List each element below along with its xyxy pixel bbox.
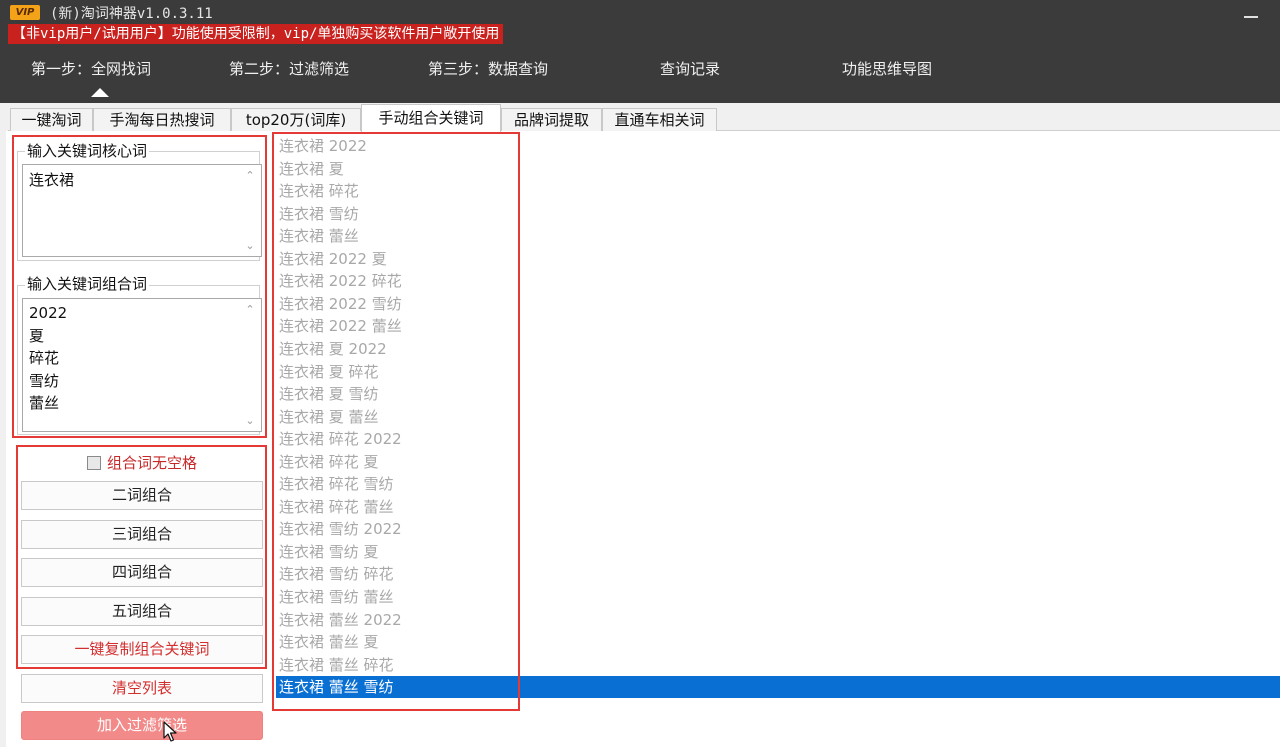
result-item[interactable]: 连衣裙 夏 <box>276 158 1280 180</box>
combo-keyword-line: 碎花 <box>29 349 60 367</box>
mouse-cursor-icon <box>163 721 177 742</box>
scroll-up-icon[interactable]: ⌃ <box>245 304 255 315</box>
results-list[interactable]: 连衣裙 2022 连衣裙 夏连衣裙 碎花 连衣裙 雪纺 连衣裙 蕾丝 连衣裙 2022 … <box>276 135 1280 701</box>
combo-keyword-legend: 输入关键词组合词 <box>25 275 150 293</box>
combo-keyword-line: 夏 <box>29 326 45 345</box>
result-item[interactable]: 连衣裙 2022 夏 <box>276 248 1280 270</box>
combo-keyword-lines: 2022 夏碎花雪纺蕾丝 <box>23 299 261 415</box>
five-word-combo-button[interactable]: 五词组合 <box>21 597 263 626</box>
combo-keyword-line: 2022 <box>29 304 68 322</box>
result-item[interactable]: 连衣裙 雪纺 蕾丝 <box>276 586 1280 608</box>
tab-top20w[interactable]: top20万(词库) <box>231 108 361 132</box>
three-word-combo-button[interactable]: 三词组合 <box>21 520 263 549</box>
result-item[interactable]: 连衣裙 碎花 雪纺 <box>276 473 1280 495</box>
no-space-option[interactable]: 组合词无空格 <box>21 451 263 475</box>
add-to-filter-button[interactable]: 加入过滤筛选 <box>21 711 263 740</box>
four-word-combo-button[interactable]: 四词组合 <box>21 558 263 587</box>
scroll-down-icon[interactable]: ⌄ <box>245 415 255 426</box>
result-item[interactable]: 连衣裙 雪纺 碎花 <box>276 563 1280 585</box>
result-item[interactable]: 连衣裙 夏 碎花 <box>276 361 1280 383</box>
combo-keyword-input[interactable]: 2022 夏碎花雪纺蕾丝 ⌃ ⌄ <box>22 298 262 432</box>
result-item[interactable]: 连衣裙 碎花 <box>276 180 1280 202</box>
result-item[interactable]: 连衣裙 2022 雪纺 <box>276 293 1280 315</box>
result-item[interactable]: 连衣裙 碎花 蕾丝 <box>276 496 1280 518</box>
tab-daily-hot[interactable]: 手淘每日热搜词 <box>93 108 231 132</box>
result-item[interactable]: 连衣裙 2022 <box>276 135 1280 157</box>
result-item[interactable]: 连衣裙 碎花 夏 <box>276 451 1280 473</box>
core-keyword-lines: 连衣裙 <box>23 165 261 192</box>
result-item[interactable]: 连衣裙 夏 2022 <box>276 338 1280 360</box>
top-nav: 第一步：全网找词 第二步：过滤筛选 第三步：数据查询 查询记录 功能思维导图 <box>0 58 1280 80</box>
no-space-checkbox[interactable] <box>86 456 101 470</box>
result-item[interactable]: 连衣裙 蕾丝 夏 <box>276 631 1280 653</box>
combo-keyword-line: 雪纺 <box>29 371 60 390</box>
active-nav-caret-icon <box>91 88 109 97</box>
tab-manual-combo[interactable]: 手动组合关键词 <box>361 104 501 132</box>
result-item[interactable]: 连衣裙 夏 雪纺 <box>276 383 1280 405</box>
copy-combos-button[interactable]: 一键复制组合关键词 <box>21 635 263 664</box>
window-title: (新)淘词神器v1.0.3.11 <box>50 6 213 22</box>
vip-badge: VIP <box>10 5 40 20</box>
nav-step3[interactable]: 第三步：数据查询 <box>428 58 548 80</box>
result-item[interactable]: 连衣裙 夏 蕾丝 <box>276 406 1280 428</box>
tab-brand-extract[interactable]: 品牌词提取 <box>501 108 602 132</box>
nav-history[interactable]: 查询记录 <box>660 58 720 80</box>
result-item[interactable]: 连衣裙 蕾丝 碎花 <box>276 654 1280 676</box>
result-item[interactable]: 连衣裙 蕾丝 雪纺 <box>276 676 1280 699</box>
result-item[interactable]: 连衣裙 蕾丝 <box>276 225 1280 247</box>
result-item[interactable]: 连衣裙 碎花 2022 <box>276 428 1280 450</box>
nav-mindmap[interactable]: 功能思维导图 <box>842 58 932 80</box>
result-item[interactable]: 连衣裙 2022 蕾丝 <box>276 315 1280 337</box>
scroll-down-icon[interactable]: ⌄ <box>245 240 255 251</box>
result-item[interactable]: 连衣裙 雪纺 2022 <box>276 518 1280 540</box>
core-keyword-line: 连衣裙 <box>29 171 75 189</box>
tab-strip: 一键淘词 手淘每日热搜词 top20万(词库) 手动组合关键词 品牌词提取 直通… <box>8 104 1280 132</box>
result-item[interactable]: 连衣裙 2022 碎花 <box>276 270 1280 292</box>
result-item[interactable]: 连衣裙 雪纺 夏 <box>276 541 1280 563</box>
result-item[interactable]: 连衣裙 雪纺 <box>276 203 1280 225</box>
two-word-combo-button[interactable]: 二词组合 <box>21 481 263 510</box>
tab-ztc-related[interactable]: 直通车相关词 <box>602 108 717 132</box>
clear-list-button[interactable]: 清空列表 <box>21 674 263 703</box>
tab-content: 输入关键词核心词 连衣裙 ⌃ ⌄ 输入关键词组合词 2022 夏碎花雪纺蕾丝 ⌃ … <box>6 131 1280 747</box>
core-keyword-legend: 输入关键词核心词 <box>25 142 150 160</box>
combo-keyword-line: 蕾丝 <box>29 394 60 412</box>
core-keyword-input[interactable]: 连衣裙 ⌃ ⌄ <box>22 164 262 257</box>
app-header: VIP (新)淘词神器v1.0.3.11 【非vip用户/试用用户】功能使用受限… <box>0 0 1280 103</box>
no-space-label: 组合词无空格 <box>106 454 197 472</box>
result-item[interactable]: 连衣裙 蕾丝 2022 <box>276 609 1280 631</box>
nav-step2[interactable]: 第二步：过滤筛选 <box>229 58 349 80</box>
minimize-icon[interactable] <box>1244 16 1258 18</box>
tab-one-click[interactable]: 一键淘词 <box>10 108 93 132</box>
notice-banner: 【非vip用户/试用用户】功能使用受限制，vip/单独购买该软件用户敞开使用 <box>8 24 504 44</box>
nav-step1[interactable]: 第一步：全网找词 <box>31 58 151 80</box>
scroll-up-icon[interactable]: ⌃ <box>245 170 255 181</box>
